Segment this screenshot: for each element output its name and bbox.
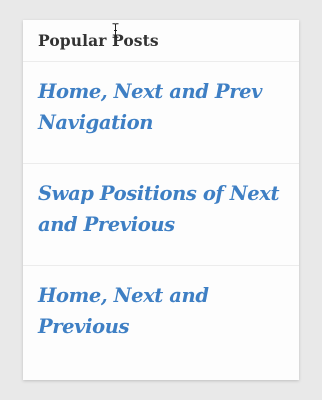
post-link-home-next-prev-navigation[interactable]: Home, Next and Prev Navigation: [38, 76, 287, 138]
widget-title: Popular Posts: [38, 31, 159, 50]
list-item: Swap Positions of Next and Previous: [23, 164, 299, 266]
list-item: Home, Next and Prev Navigation: [23, 62, 299, 164]
list-item: Home, Next and Previous: [23, 266, 299, 376]
widget-header: Popular Posts: [23, 20, 299, 62]
popular-posts-list: Home, Next and Prev Navigation Swap Posi…: [23, 62, 299, 376]
post-link-swap-positions[interactable]: Swap Positions of Next and Previous: [38, 178, 287, 240]
text-cursor-icon: [112, 23, 119, 38]
popular-posts-widget: Popular Posts Home, Next and Prev Naviga…: [23, 20, 299, 380]
post-link-home-next-previous[interactable]: Home, Next and Previous: [38, 280, 287, 342]
